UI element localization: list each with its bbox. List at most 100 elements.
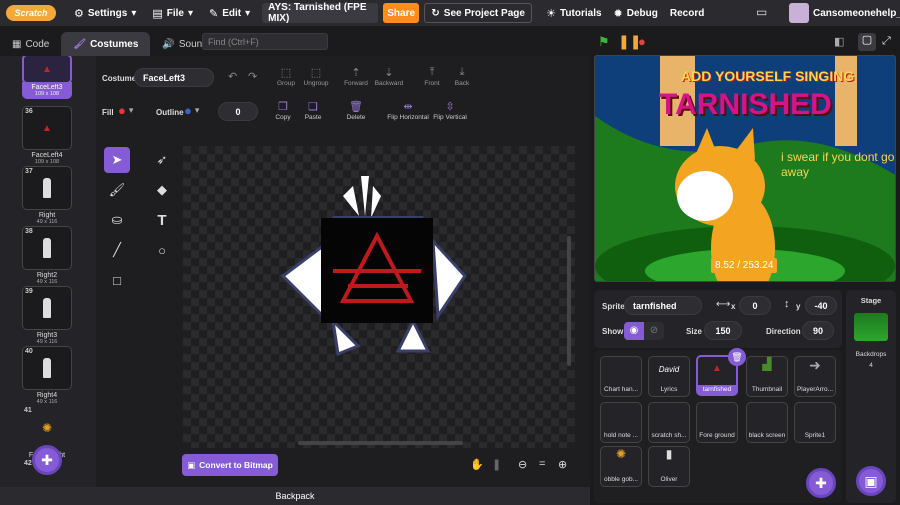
user-menu[interactable]: Cansomeonehelp_	[789, 3, 900, 23]
lightbulb-icon: ☀	[546, 7, 557, 20]
edit-menu[interactable]: ✎ Edit ▾	[201, 0, 258, 26]
debug-menu[interactable]: ✹ Debug	[610, 0, 662, 26]
size-input[interactable]: 150	[704, 321, 742, 340]
costume-number: 36	[25, 108, 33, 115]
project-title-input[interactable]: AYS: Tarnished (FPE MIX)	[262, 2, 379, 24]
zoom-reset-icon[interactable]: =	[539, 458, 545, 470]
debug-label: Debug	[626, 7, 658, 19]
stop-icon[interactable]: ●	[638, 34, 646, 49]
sprite-item[interactable]: Chart han...	[600, 356, 642, 397]
brush-icon: 🖌	[73, 38, 87, 50]
convert-to-bitmap-button[interactable]: ▣ Convert to Bitmap	[182, 454, 278, 476]
add-sprite-button[interactable]: ✚	[806, 468, 836, 498]
fill-tool[interactable]: ⛀	[104, 207, 130, 233]
reshape-tool[interactable]: ➶	[149, 147, 175, 173]
back-button[interactable]: ⤓ Back	[440, 66, 484, 87]
backpack-bar[interactable]: Backpack	[0, 487, 590, 505]
ungroup-icon: ⬚	[310, 67, 322, 79]
sprite-item[interactable]: hold note ...	[600, 402, 642, 443]
add-costume-button[interactable]: ✚	[32, 445, 62, 475]
share-button[interactable]: Share	[383, 3, 420, 23]
stage-lyric: i swear if you dont go away	[781, 150, 895, 179]
horizontal-scrollbar[interactable]	[298, 441, 463, 445]
sprite-name: PlayerArro...	[796, 386, 834, 393]
zoom-in-icon[interactable]: ⊕	[558, 458, 567, 471]
tab-code[interactable]: ▦ Code	[0, 32, 61, 56]
redo-icon[interactable]: ↷	[248, 70, 257, 83]
delete-sprite-button[interactable]: 🗑	[728, 348, 746, 366]
costume-item[interactable]: 37 Right 49 x 116	[22, 166, 72, 225]
ungroup-button[interactable]: ⬚ Ungroup	[294, 66, 338, 87]
costume-item[interactable]: 36 ▲ FaceLeft4 109 x 108	[22, 106, 72, 165]
costume-name-input[interactable]: FaceLeft3	[134, 68, 214, 87]
paste-button[interactable]: ❏ Paste	[291, 100, 335, 121]
backward-button[interactable]: ⇣ Backward	[367, 66, 411, 87]
sprite-item[interactable]: black screen	[746, 402, 788, 443]
direction-input[interactable]: 90	[802, 321, 834, 340]
small-stage-icon[interactable]: ◧	[834, 35, 844, 48]
eraser-tool[interactable]: ◆	[149, 177, 175, 203]
sprite-name: obble gob...	[604, 476, 638, 483]
vertical-scrollbar[interactable]	[567, 236, 571, 366]
tab-costumes[interactable]: 🖌 Costumes	[61, 32, 151, 56]
sprite-item[interactable]: ✺ obble gob...	[600, 446, 642, 487]
brush-tool[interactable]: 🖌	[104, 177, 130, 203]
paste-icon: ❏	[308, 101, 318, 113]
x-input[interactable]: 0	[739, 296, 771, 315]
text-tool[interactable]: T	[149, 207, 175, 233]
costume-item[interactable]: 39 Right3 49 x 116	[22, 286, 72, 345]
drawing-canvas[interactable]	[183, 146, 575, 448]
back-label: Back	[454, 80, 470, 87]
flip-horizontal-button[interactable]: ⇹ Flip Horizontal	[382, 100, 434, 121]
y-input[interactable]: -40	[805, 296, 837, 315]
zoom-out-icon[interactable]: ⊖	[518, 458, 527, 471]
hand-icon[interactable]: ✋	[470, 458, 484, 471]
costume-item[interactable]: 40 Right4 49 x 116	[22, 346, 72, 405]
find-input[interactable]: Find (Ctrl+F)	[202, 33, 328, 50]
tutorials-menu[interactable]: ☀ Tutorials	[538, 0, 609, 26]
sprite-name: Fore ground	[699, 432, 735, 439]
paste-label: Paste	[304, 114, 322, 121]
delete-button[interactable]: 🗑 Delete	[334, 100, 378, 121]
add-backdrop-button[interactable]: ▣	[856, 466, 886, 496]
sprite-list[interactable]: Chart han... David Lyrics ▲ tarnfished 🗑 …	[594, 348, 842, 503]
stage-canvas[interactable]: ADD YOURSELF SINGING TARNISHED i swear i…	[594, 55, 896, 282]
outline-color-picker[interactable]: ● ▾	[184, 103, 199, 118]
rectangle-tool[interactable]: □	[104, 267, 130, 293]
record-menu[interactable]: Record	[662, 0, 712, 26]
see-project-page-button[interactable]: ↻ See Project Page	[424, 3, 533, 23]
show-visible-button[interactable]: ◉	[624, 322, 644, 340]
file-menu[interactable]: ▤ File ▾	[144, 0, 201, 26]
costume-list[interactable]: ▲ FaceLeft3 109 x 108 36 ▲ FaceLeft4 109 …	[0, 56, 96, 487]
fullscreen-icon[interactable]: ⤢	[882, 35, 891, 48]
sprite-item[interactable]: David Lyrics	[648, 356, 690, 397]
settings-menu[interactable]: ⚙ Settings ▾	[66, 0, 144, 26]
circle-tool[interactable]: ○	[149, 237, 175, 263]
folder-icon[interactable]: ▭	[756, 5, 767, 19]
show-hidden-button[interactable]: ⊘	[644, 322, 664, 340]
backdrop-thumbnail	[854, 313, 888, 341]
costume-item[interactable]: 38 Right2 49 x 116	[22, 226, 72, 285]
sprite-item[interactable]: ▮ Oliver	[648, 446, 690, 487]
green-flag-icon[interactable]: ⚑	[598, 34, 610, 50]
sprite-item[interactable]: ➜ PlayerArro...	[794, 356, 836, 397]
sprite-item[interactable]: Fore ground	[696, 402, 738, 443]
sprite-name-input[interactable]: tarnfished	[624, 296, 702, 315]
flip-vertical-button[interactable]: ⇳ Flip Vertical	[428, 100, 472, 121]
large-stage-icon[interactable]: ▢	[858, 33, 876, 51]
edit-label: Edit	[222, 7, 242, 19]
undo-icon[interactable]: ↶	[228, 70, 237, 83]
sprite-item[interactable]: ▟ Thumbnail	[746, 356, 788, 397]
costume-item[interactable]: ▲ FaceLeft3 109 x 108	[22, 56, 72, 99]
sprite-item[interactable]: scratch sh...	[648, 402, 690, 443]
back-icon: ⤓	[459, 66, 465, 78]
stage-panel[interactable]: Stage Backdrops 4 ▣	[846, 290, 896, 503]
scratch-logo[interactable]: Scratch	[6, 5, 56, 21]
select-tool[interactable]: ➤	[104, 147, 130, 173]
wing-right-shape	[431, 236, 467, 321]
fill-color-picker[interactable]: ● ▾	[118, 103, 133, 118]
sprite-item[interactable]: Sprite1	[794, 402, 836, 443]
pan-icon[interactable]: ❚	[492, 458, 501, 471]
line-tool[interactable]: ╱	[104, 237, 130, 263]
outline-width-input[interactable]: 0	[218, 102, 258, 121]
